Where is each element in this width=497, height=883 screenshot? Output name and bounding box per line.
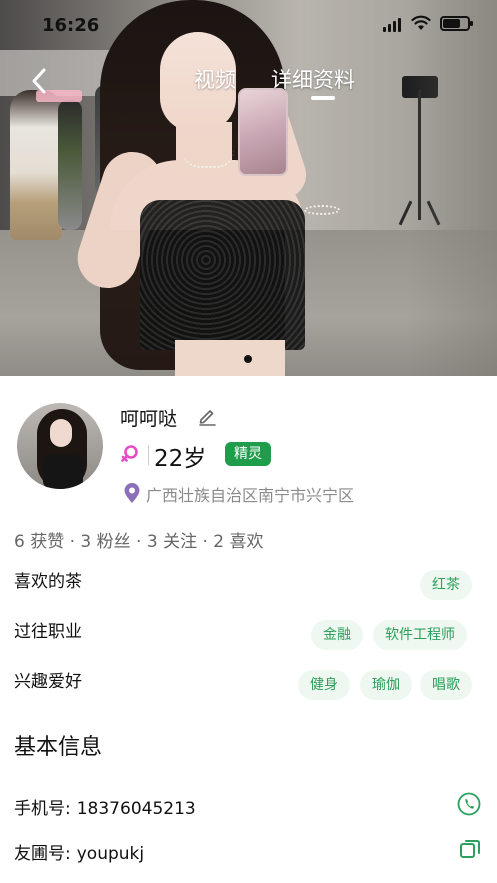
battery-level xyxy=(443,19,460,28)
photo-phone xyxy=(238,88,288,176)
cellular-signal-icon xyxy=(383,18,403,32)
user-id-value: youpukj xyxy=(76,844,145,864)
copy-icon[interactable] xyxy=(458,837,482,861)
attr-label-career: 过往职业 xyxy=(14,622,82,642)
tag-hobby: 唱歌 xyxy=(420,670,472,700)
photo-bracelet xyxy=(304,205,340,215)
location-text: 广西壮族自治区南宁市兴宁区 xyxy=(146,486,355,505)
edit-icon[interactable] xyxy=(197,406,217,426)
tab-details[interactable]: 详细资料 xyxy=(271,64,355,94)
chevron-left-icon[interactable] xyxy=(28,66,52,96)
photo-mirror-edge xyxy=(407,0,497,376)
location-pin-icon xyxy=(124,483,140,503)
status-bar: 16:26 xyxy=(0,0,497,48)
tag-tea: 红茶 xyxy=(420,570,472,600)
photo-page-indicator xyxy=(244,355,252,363)
photo-lace-top xyxy=(140,200,305,350)
tag-hobby: 健身 xyxy=(298,670,350,700)
user-id-row: 友圃号: youpukj xyxy=(14,839,144,864)
photo-bystander xyxy=(58,100,82,230)
user-id-label: 友圃号: xyxy=(14,844,71,864)
photo-subject-waist xyxy=(175,340,285,376)
profile-stats: 6 获赞 · 3 粉丝 · 3 关注 · 2 喜欢 xyxy=(14,532,264,552)
phone-row: 手机号: 18376045213 xyxy=(14,794,196,819)
profile-photo[interactable] xyxy=(0,0,497,376)
avatar[interactable] xyxy=(17,403,103,489)
attr-label-hobby: 兴趣爱好 xyxy=(14,672,82,692)
level-badge: 精灵 xyxy=(225,442,271,466)
tag-hobby: 瑜伽 xyxy=(360,670,412,700)
phone-call-icon[interactable] xyxy=(457,792,481,816)
tag-career: 金融 xyxy=(311,620,363,650)
divider xyxy=(148,445,149,465)
profile-name: 呵呵哒 xyxy=(120,408,178,430)
tag-career: 软件工程师 xyxy=(373,620,467,650)
phone-label: 手机号: xyxy=(14,799,71,819)
female-icon xyxy=(121,445,138,462)
wifi-icon xyxy=(411,15,431,30)
attr-label-tea: 喜欢的茶 xyxy=(14,572,82,592)
photo-bystander xyxy=(10,90,62,240)
battery-icon xyxy=(440,16,473,31)
section-title-basic-info: 基本信息 xyxy=(14,735,103,760)
status-time: 16:26 xyxy=(42,15,100,36)
tab-active-indicator xyxy=(311,96,335,100)
phone-value: 18376045213 xyxy=(76,799,196,819)
tab-video[interactable]: 视频 xyxy=(194,64,236,94)
age-label: 22岁 xyxy=(154,446,207,472)
